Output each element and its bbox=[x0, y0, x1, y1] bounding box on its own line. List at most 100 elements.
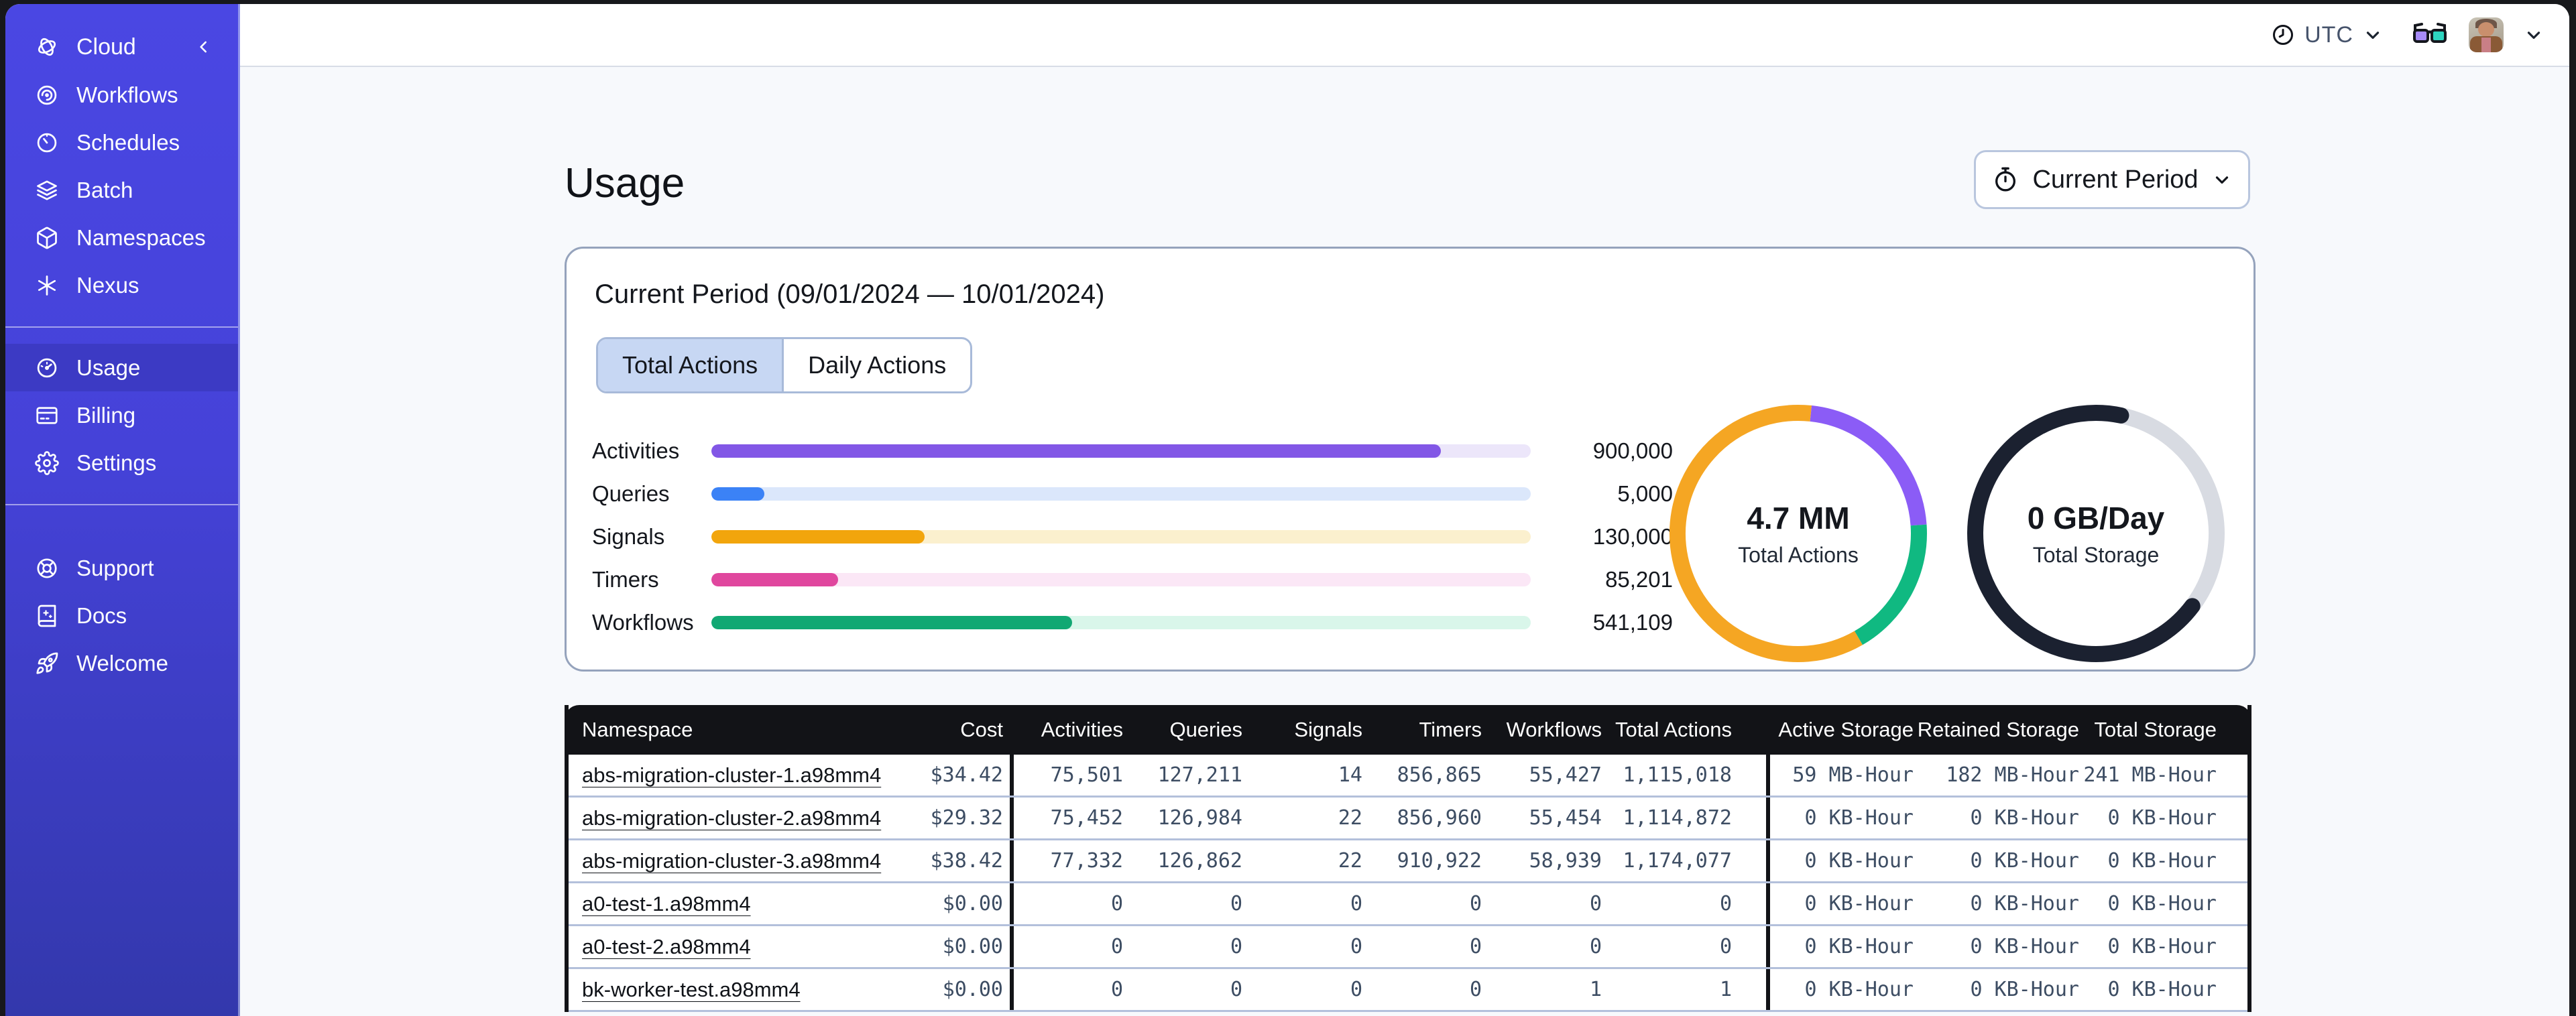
account-menu-chevron-icon[interactable] bbox=[2524, 25, 2544, 45]
sidebar-item-usage[interactable]: Usage bbox=[5, 344, 238, 391]
table-cell: 0 KB-Hour bbox=[1970, 806, 2079, 830]
timer-icon bbox=[1995, 167, 2016, 192]
table-cell: 1 bbox=[1589, 978, 1602, 1001]
sidebar-item-label: Workflows bbox=[76, 82, 178, 107]
table-cell: 0 bbox=[1469, 935, 1482, 958]
table-cell: 910,922 bbox=[1397, 849, 1482, 873]
table-cell: 0 KB-Hour bbox=[1804, 978, 1914, 1001]
bar-label: Signals bbox=[592, 524, 665, 549]
table-header-cell: Activities bbox=[1041, 718, 1123, 741]
bar-fill bbox=[711, 487, 765, 501]
total-actions-donut-chart: 4.7 MM Total Actions bbox=[1664, 399, 1932, 668]
sidebar-item-welcome[interactable]: Welcome bbox=[5, 639, 238, 687]
sidebar-collapse-button[interactable] bbox=[192, 36, 215, 58]
bar-track bbox=[711, 487, 1531, 501]
usage-card-title: Current Period (09/01/2024 — 10/01/2024) bbox=[595, 279, 1105, 309]
timezone-label: UTC bbox=[2304, 21, 2353, 48]
sidebar-item-support[interactable]: Support bbox=[5, 544, 238, 592]
sidebar-divider bbox=[5, 326, 238, 328]
bar-label: Activities bbox=[592, 438, 680, 463]
namespace-link[interactable]: abs-migration-cluster-1.a98mm4 bbox=[582, 763, 881, 787]
table-cell: 0 bbox=[1110, 978, 1123, 1001]
table-cell: 55,427 bbox=[1529, 763, 1602, 787]
namespace-link[interactable]: bk-worker-test.a98mm4 bbox=[582, 978, 801, 1001]
table-cell: 14 bbox=[1338, 763, 1362, 787]
table-cell: $29.32 bbox=[930, 806, 1003, 830]
sidebar-item-batch[interactable]: Batch bbox=[5, 166, 238, 214]
table-cell: $0.00 bbox=[942, 935, 1003, 958]
table-cell: 0 bbox=[1469, 892, 1482, 915]
table-cell: bk-worker-test.a98mm4 bbox=[569, 978, 897, 1002]
table-row: abs-migration-cluster-1.a98mm4 $34.42 75,5… bbox=[569, 755, 2247, 798]
period-selector-label: Current Period bbox=[2032, 165, 2199, 194]
tab-total-actions[interactable]: Total Actions bbox=[598, 339, 784, 391]
table-cell: 0 bbox=[1589, 892, 1602, 915]
bar-row-timers: Timers 85,201 bbox=[592, 558, 1685, 601]
table-cell: a0-test-2.a98mm4 bbox=[569, 935, 897, 959]
table-cell: 182 MB-Hour bbox=[1946, 763, 2079, 787]
avatar[interactable] bbox=[2469, 17, 2504, 52]
namespace-link[interactable]: a0-test-1.a98mm4 bbox=[582, 892, 751, 915]
sidebar-item-billing[interactable]: Billing bbox=[5, 391, 238, 439]
total-storage-value: 0 GB/Day bbox=[2027, 500, 2165, 535]
clock-icon bbox=[2273, 25, 2294, 45]
actions-bar-chart: Activities 900,000 Queries 5,000 Signals 130,… bbox=[592, 430, 1685, 644]
table-cell: 0 KB-Hour bbox=[2107, 849, 2217, 873]
chevron-down-icon bbox=[2215, 176, 2228, 184]
bar-fill bbox=[711, 530, 925, 544]
table-header-cell: Namespace bbox=[582, 718, 693, 741]
table-header-cell: Timers bbox=[1419, 718, 1482, 741]
table-row: abs-migration-cluster-2.a98mm4 $29.32 75,4… bbox=[569, 798, 2247, 840]
table-cell: abs-migration-cluster-3.a98mm4 bbox=[569, 849, 897, 873]
table-cell: $34.42 bbox=[930, 763, 1003, 787]
sidebar-brand[interactable]: Cloud bbox=[5, 23, 238, 71]
table-cell: 77,332 bbox=[1050, 849, 1123, 873]
sidebar-item-nexus[interactable]: Nexus bbox=[5, 261, 238, 309]
sidebar-item-namespaces[interactable]: Namespaces bbox=[5, 214, 238, 261]
sidebar-item-label: Settings bbox=[76, 450, 157, 475]
table-cell: 0 bbox=[1350, 978, 1362, 1001]
bar-value: 85,201 bbox=[1605, 567, 1673, 592]
sidebar-brand-label: Cloud bbox=[76, 34, 136, 60]
page-title: Usage bbox=[565, 160, 685, 206]
table-cell: a0-test-1.a98mm4 bbox=[569, 892, 897, 916]
period-selector-button[interactable]: Current Period bbox=[1974, 150, 2250, 209]
sidebar-item-schedules[interactable]: Schedules bbox=[5, 119, 238, 166]
sidebar-group-main: Workflows Schedules Batch Namespaces Nexus bbox=[5, 71, 238, 309]
table-cell: abs-migration-cluster-1.a98mm4 bbox=[569, 763, 897, 787]
sidebar-item-label: Docs bbox=[76, 602, 127, 628]
table-cell: 0 bbox=[1230, 892, 1242, 915]
table-cell: 241 MB-Hour bbox=[2083, 763, 2217, 787]
sidebar-item-workflows[interactable]: Workflows bbox=[5, 71, 238, 119]
bar-label: Timers bbox=[592, 567, 659, 592]
sidebar-item-settings[interactable]: Settings bbox=[5, 439, 238, 487]
namespace-link[interactable]: a0-test-2.a98mm4 bbox=[582, 935, 751, 958]
timezone-selector[interactable]: UTC bbox=[2271, 22, 2383, 48]
table-cell: 0 KB-Hour bbox=[1804, 892, 1914, 915]
total-storage-donut-chart: 0 GB/Day Total Storage bbox=[1962, 399, 2230, 668]
table-row: a0-test-1.a98mm4 $0.00 0 0 0 0 0 0 0 KB-Hour 0 KB… bbox=[569, 883, 2247, 926]
workflows-icon bbox=[35, 83, 59, 107]
table-cell: $0.00 bbox=[942, 978, 1003, 1001]
feedback-glasses-icon[interactable] bbox=[2412, 21, 2447, 48]
sidebar-item-docs[interactable]: Docs bbox=[5, 592, 238, 639]
settings-icon bbox=[35, 450, 59, 475]
bar-fill bbox=[711, 616, 1072, 629]
table-cell: 0 KB-Hour bbox=[2107, 892, 2217, 915]
sidebar: Cloud Workflows Schedules Batch Namespaces N… bbox=[5, 4, 240, 1016]
topbar: UTC bbox=[240, 4, 2569, 67]
namespace-link[interactable]: abs-migration-cluster-2.a98mm4 bbox=[582, 806, 881, 830]
sidebar-item-label: Billing bbox=[76, 402, 136, 428]
table-cell: 1 bbox=[1719, 978, 1732, 1001]
tab-daily-actions[interactable]: Daily Actions bbox=[784, 339, 970, 391]
table-cell: 0 KB-Hour bbox=[1970, 892, 2079, 915]
namespace-link[interactable]: abs-migration-cluster-3.a98mm4 bbox=[582, 849, 881, 873]
bar-track bbox=[711, 616, 1531, 629]
table-cell: 0 KB-Hour bbox=[1804, 935, 1914, 958]
table-cell: abs-migration-cluster-2.a98mm4 bbox=[569, 806, 897, 830]
sidebar-group-help: Support Docs Welcome bbox=[5, 544, 238, 687]
sidebar-item-label: Schedules bbox=[76, 129, 180, 155]
table-header-cell: Total Actions bbox=[1615, 718, 1732, 741]
table-cell: 22 bbox=[1338, 849, 1362, 873]
table-cell: 0 bbox=[1230, 978, 1242, 1001]
